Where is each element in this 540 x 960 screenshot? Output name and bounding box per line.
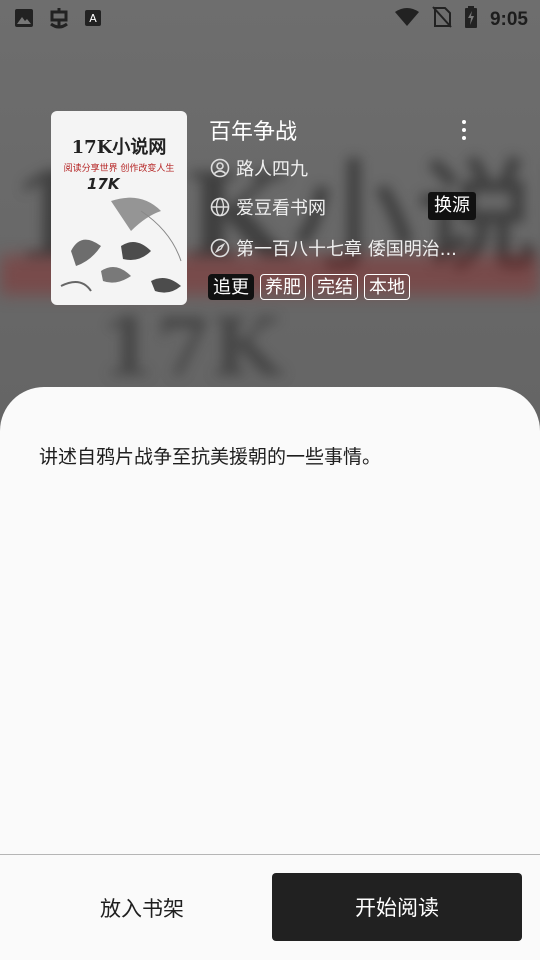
font-icon: A (84, 9, 102, 32)
author-name: 路人四九 (236, 159, 308, 180)
book-cover[interactable]: 17K小说网 阅读分享世界 创作改变人生 17K (51, 111, 187, 305)
tag-completed[interactable]: 完结 (312, 274, 358, 300)
battery-charging-icon (464, 6, 478, 33)
switch-source-button[interactable]: 换源 (428, 192, 476, 220)
no-sim-icon (432, 6, 452, 33)
cover-ink-fish-art (60, 197, 182, 293)
tag-fattening[interactable]: 养肥 (260, 274, 306, 300)
person-icon (210, 158, 230, 178)
tag-following[interactable]: 追更 (208, 274, 254, 300)
source-name: 爱豆看书网 (236, 198, 326, 219)
cover-subtitle: 阅读分享世界 创作改变人生 (63, 164, 175, 174)
source-row[interactable]: 爱豆看书网 (210, 194, 326, 220)
bug-icon (48, 6, 70, 35)
book-tags: 追更 养肥 完结 本地 (208, 274, 410, 300)
globe-icon (210, 197, 230, 217)
book-title: 百年争战 (209, 120, 298, 145)
image-icon (14, 8, 34, 33)
background-logo-art: 17K (100, 300, 281, 394)
status-time: 9:05 (489, 8, 528, 30)
latest-chapter: 第一百八十七章 倭国明治... (236, 239, 457, 260)
book-intro: 讲述自鸦片战争至抗美援朝的一些事情。 (39, 446, 382, 468)
more-options-button[interactable] (452, 116, 476, 144)
add-to-shelf-button[interactable]: 放入书架 (22, 874, 262, 942)
divider (0, 854, 540, 855)
latest-chapter-row[interactable]: 第一百八十七章 倭国明治... (210, 235, 457, 261)
svg-text:A: A (89, 12, 97, 25)
tag-local[interactable]: 本地 (364, 274, 410, 300)
wifi-icon (394, 7, 420, 32)
start-reading-button[interactable]: 开始阅读 (272, 873, 522, 941)
compass-icon (210, 238, 230, 258)
author-row[interactable]: 路人四九 (210, 155, 308, 181)
cover-title: 17K小说网 (71, 137, 167, 158)
detail-sheet: 讲述自鸦片战争至抗美援朝的一些事情。 放入书架 开始阅读 (0, 387, 540, 960)
status-bar: A 9:05 (0, 0, 540, 36)
